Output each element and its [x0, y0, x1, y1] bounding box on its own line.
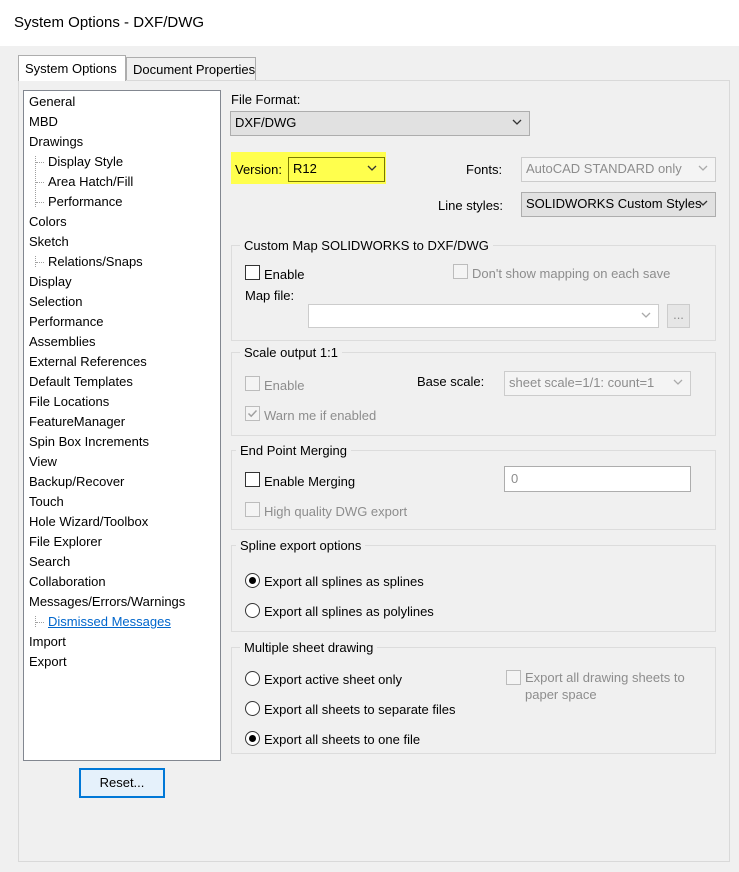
- scale-enable-label: Enable: [264, 378, 305, 393]
- splines-as-splines-label: Export all splines as splines: [264, 574, 424, 589]
- tree-item-search[interactable]: Search: [29, 553, 70, 571]
- high-quality-dwg-checkbox[interactable]: [245, 502, 260, 517]
- tree-item-view[interactable]: View: [29, 453, 57, 471]
- reset-button[interactable]: Reset...: [79, 768, 165, 798]
- splines-as-polylines-radio[interactable]: [245, 603, 260, 618]
- map-file-select[interactable]: [308, 304, 659, 328]
- tree-item-mbd[interactable]: MBD: [29, 113, 58, 131]
- high-quality-dwg-label: High quality DWG export: [264, 504, 408, 519]
- export-separate-files-radio[interactable]: [245, 701, 260, 716]
- tree-item-drawings[interactable]: Drawings: [29, 133, 83, 151]
- tree-item-hole-wizard-toolbox[interactable]: Hole Wizard/Toolbox: [29, 513, 148, 531]
- line-styles-label: Line styles:: [438, 198, 504, 213]
- tree-item-assemblies[interactable]: Assemblies: [29, 333, 95, 351]
- tab-document-properties[interactable]: Document Properties: [126, 57, 256, 81]
- custom-map-enable-label: Enable: [264, 267, 305, 282]
- window-title: System Options - DXF/DWG: [14, 14, 205, 31]
- custom-map-title: Custom Map SOLIDWORKS to DXF/DWG: [240, 238, 493, 254]
- tree-item-default-templates[interactable]: Default Templates: [29, 373, 133, 391]
- tree-item-display[interactable]: Display: [29, 273, 72, 291]
- base-scale-label: Base scale:: [417, 374, 485, 389]
- tree-item-drawings-performance[interactable]: Performance: [35, 193, 122, 211]
- chevron-down-icon: [698, 165, 708, 171]
- splines-as-polylines-label: Export all splines as polylines: [264, 604, 434, 619]
- paper-space-checkbox[interactable]: [506, 670, 521, 685]
- tree-item-messages-errors-warnings[interactable]: Messages/Errors/Warnings: [29, 593, 185, 611]
- file-format-label: File Format:: [231, 92, 301, 107]
- export-active-sheet-radio[interactable]: [245, 671, 260, 686]
- merge-tolerance-input[interactable]: 0: [504, 466, 691, 492]
- paper-space-label-line2: paper space: [525, 687, 597, 702]
- tree-item-touch[interactable]: Touch: [29, 493, 64, 511]
- chevron-down-icon: [512, 119, 522, 125]
- chevron-down-icon: [698, 200, 708, 206]
- tree-item-import[interactable]: Import: [29, 633, 66, 651]
- radio-selected-dot: [249, 735, 256, 742]
- version-value: R12: [293, 161, 317, 176]
- export-one-file-label: Export all sheets to one file: [264, 732, 421, 747]
- options-tree[interactable]: General MBD Drawings Display Style Area …: [23, 90, 221, 761]
- tree-item-relations-snaps[interactable]: Relations/Snaps: [36, 253, 143, 271]
- warn-enabled-label: Warn me if enabled: [264, 408, 377, 423]
- fonts-value: AutoCAD STANDARD only: [526, 161, 682, 176]
- tree-item-colors[interactable]: Colors: [29, 213, 67, 231]
- tree-item-external-references[interactable]: External References: [29, 353, 147, 371]
- multiple-sheet-title: Multiple sheet drawing: [240, 640, 378, 656]
- tree-item-spin-box-increments[interactable]: Spin Box Increments: [29, 433, 149, 451]
- tree-item-performance[interactable]: Performance: [29, 313, 103, 331]
- scale-enable-checkbox[interactable]: [245, 376, 260, 391]
- chevron-down-icon: [641, 312, 651, 318]
- title-bar: System Options - DXF/DWG: [0, 0, 739, 46]
- tree-item-file-explorer[interactable]: File Explorer: [29, 533, 102, 551]
- chevron-down-icon: [673, 379, 683, 385]
- map-file-label: Map file:: [245, 288, 295, 303]
- version-select[interactable]: R12: [288, 157, 385, 182]
- fonts-select[interactable]: AutoCAD STANDARD only: [521, 157, 716, 182]
- file-format-select[interactable]: DXF/DWG: [230, 111, 530, 136]
- spline-title: Spline export options: [236, 538, 366, 554]
- end-point-title: End Point Merging: [236, 443, 351, 459]
- checkmark-icon: [247, 409, 258, 418]
- custom-map-enable-checkbox[interactable]: [245, 265, 260, 280]
- fonts-label: Fonts:: [466, 162, 503, 177]
- tree-item-dismissed-messages[interactable]: Dismissed Messages: [36, 613, 171, 631]
- tree-item-area-hatch-fill[interactable]: Area Hatch/Fill: [35, 173, 133, 191]
- line-styles-select[interactable]: SOLIDWORKS Custom Styles: [521, 192, 716, 217]
- map-file-browse-button[interactable]: ...: [667, 304, 690, 328]
- tree-item-featuremanager[interactable]: FeatureManager: [29, 413, 125, 431]
- enable-merging-label: Enable Merging: [264, 474, 356, 489]
- tree-item-selection[interactable]: Selection: [29, 293, 82, 311]
- export-separate-files-label: Export all sheets to separate files: [264, 702, 456, 717]
- radio-selected-dot: [249, 577, 256, 584]
- chevron-down-icon: [367, 165, 377, 171]
- dont-show-mapping-label: Don't show mapping on each save: [472, 266, 671, 281]
- splines-as-splines-radio[interactable]: [245, 573, 260, 588]
- tree-item-collaboration[interactable]: Collaboration: [29, 573, 106, 591]
- enable-merging-checkbox[interactable]: [245, 472, 260, 487]
- scale-output-title: Scale output 1:1: [240, 345, 342, 361]
- base-scale-value: sheet scale=1/1: count=1: [509, 375, 655, 390]
- line-styles-value: SOLIDWORKS Custom Styles: [526, 196, 702, 211]
- tree-item-file-locations[interactable]: File Locations: [29, 393, 109, 411]
- file-format-value: DXF/DWG: [235, 115, 297, 130]
- paper-space-label-line1: Export all drawing sheets to: [525, 670, 685, 685]
- tree-item-sketch[interactable]: Sketch: [29, 233, 69, 251]
- dont-show-mapping-checkbox[interactable]: [453, 264, 468, 279]
- tree-item-export[interactable]: Export: [29, 653, 67, 671]
- export-one-file-radio[interactable]: [245, 731, 260, 746]
- tab-system-options[interactable]: System Options: [18, 55, 126, 81]
- base-scale-select[interactable]: sheet scale=1/1: count=1: [504, 371, 691, 396]
- version-label: Version:: [235, 162, 282, 177]
- export-active-sheet-label: Export active sheet only: [264, 672, 403, 687]
- tree-item-general[interactable]: General: [29, 93, 75, 111]
- warn-enabled-checkbox[interactable]: [245, 406, 260, 421]
- tree-item-display-style[interactable]: Display Style: [35, 153, 123, 171]
- tree-item-backup-recover[interactable]: Backup/Recover: [29, 473, 124, 491]
